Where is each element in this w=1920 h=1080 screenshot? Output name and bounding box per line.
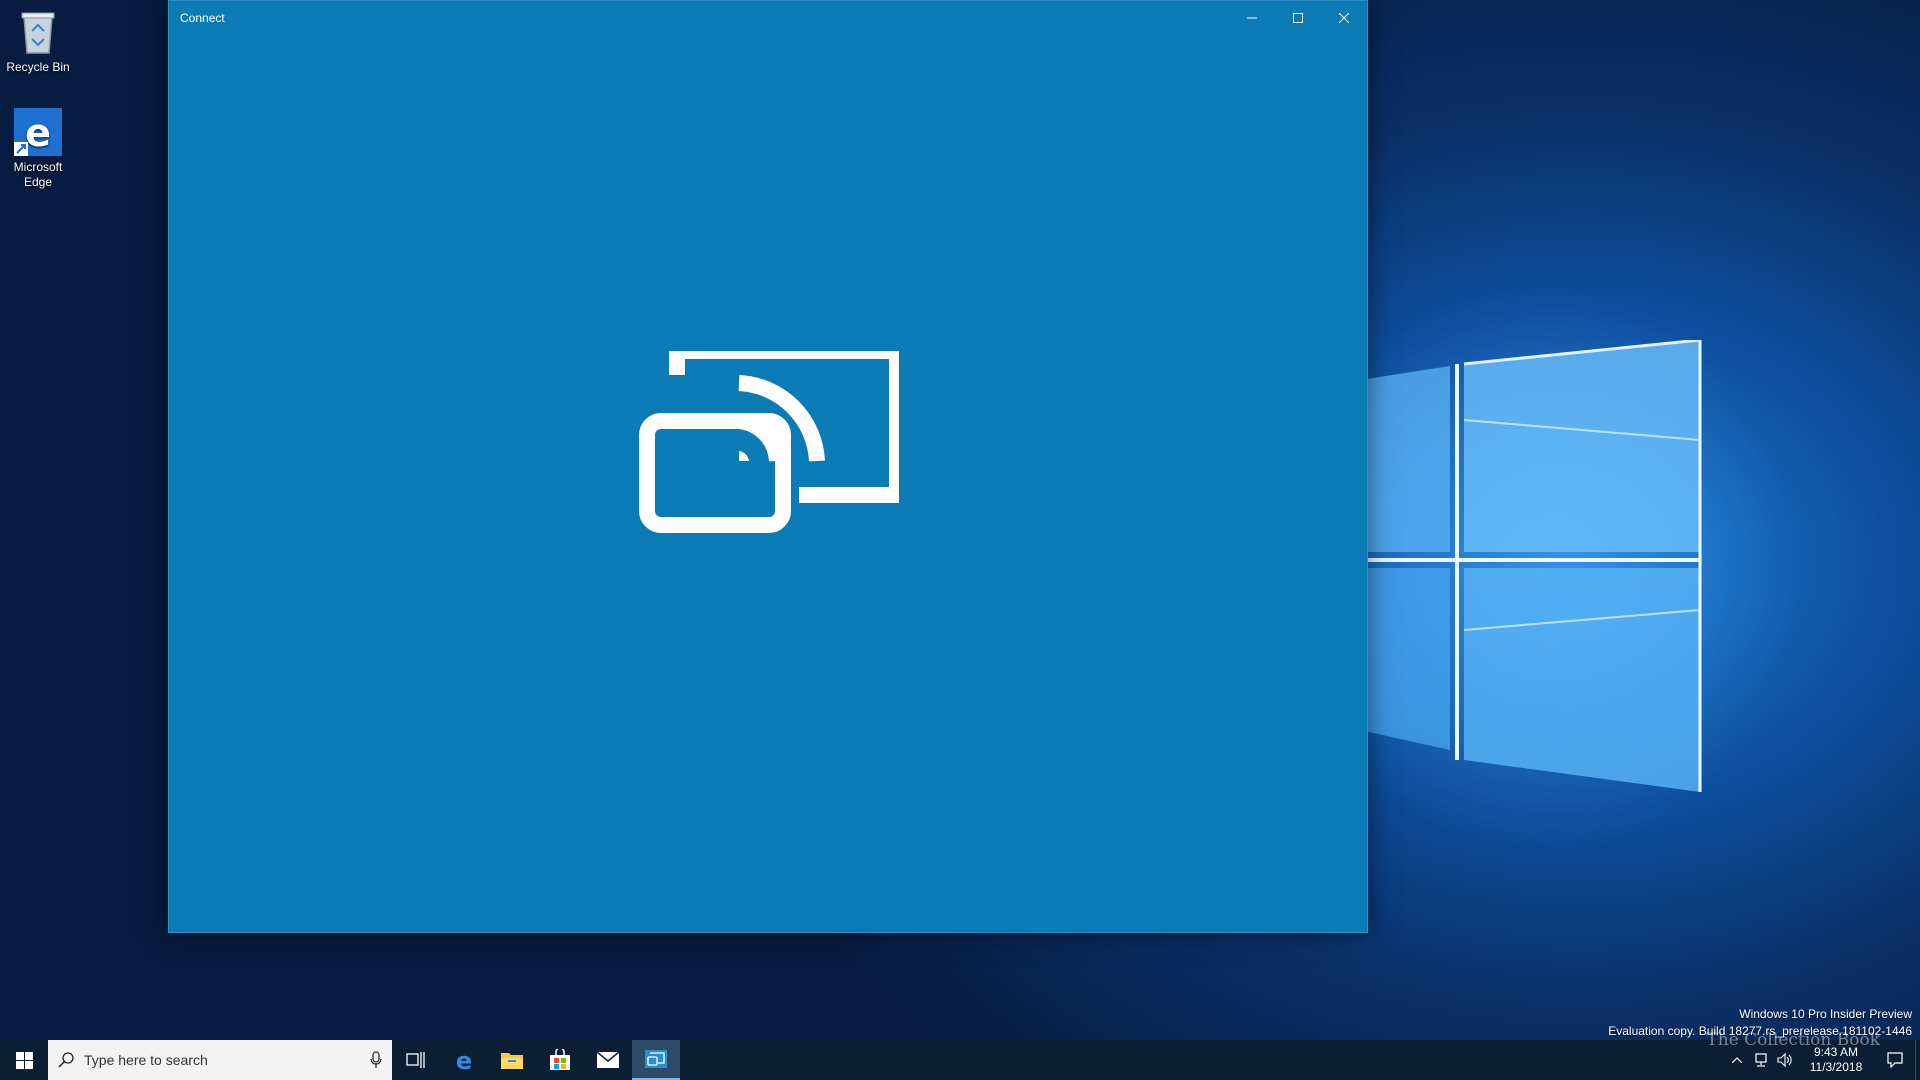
minimize-button[interactable] <box>1229 1 1275 34</box>
chevron-up-icon <box>1732 1057 1742 1063</box>
desktop-icon-label: Microsoft Edge <box>13 160 63 189</box>
taskbar-connect-button[interactable] <box>632 1040 680 1080</box>
search-input[interactable] <box>84 1052 360 1068</box>
notification-icon <box>1887 1052 1903 1068</box>
windows-start-icon <box>15 1051 33 1069</box>
windows-logo-wallpaper <box>1360 340 1702 792</box>
window-title: Connect <box>180 10 225 25</box>
taskbar-edge-button[interactable]: e <box>440 1040 488 1080</box>
window-controls <box>1229 1 1367 34</box>
connect-window: Connect <box>168 0 1368 933</box>
show-desktop-button[interactable] <box>1915 1040 1920 1080</box>
maximize-icon <box>1293 12 1303 23</box>
taskbar-mail-button[interactable] <box>584 1040 632 1080</box>
start-button[interactable] <box>0 1040 48 1080</box>
brand-watermark: The Collection Book <box>1706 1030 1880 1050</box>
folder-icon <box>501 1053 523 1069</box>
microphone-icon[interactable] <box>370 1051 382 1069</box>
edge-icon: e <box>456 1048 472 1072</box>
maximize-button[interactable] <box>1275 1 1321 34</box>
speaker-icon <box>1777 1053 1792 1067</box>
taskbar-store-button[interactable] <box>536 1040 584 1080</box>
desktop-icon-recycle-bin[interactable]: Recycle Bin <box>0 8 76 75</box>
minimize-icon <box>1247 17 1257 18</box>
network-icon <box>1755 1053 1767 1067</box>
taskbar: e <box>0 1040 1920 1080</box>
connect-icon <box>645 1050 667 1068</box>
recycle-bin-icon <box>14 8 62 56</box>
search-icon <box>58 1052 74 1068</box>
taskbar-search-box[interactable] <box>48 1040 392 1080</box>
watermark-edition: Windows 10 Pro Insider Preview <box>1739 1007 1912 1021</box>
clock-date: 11/3/2018 <box>1809 1060 1863 1074</box>
task-view-icon <box>406 1052 425 1068</box>
task-view-button[interactable] <box>392 1040 440 1080</box>
mail-icon <box>597 1052 619 1068</box>
title-bar[interactable]: Connect <box>169 1 1367 34</box>
desktop-icon-label: Recycle Bin <box>6 60 70 74</box>
taskbar-file-explorer-button[interactable] <box>488 1040 536 1080</box>
edge-icon: e <box>14 108 62 156</box>
close-button[interactable] <box>1321 1 1367 34</box>
action-center-button[interactable] <box>1875 1040 1915 1080</box>
store-bag-icon <box>550 1049 570 1070</box>
svg-text:e: e <box>456 1048 472 1072</box>
desktop-icon-microsoft-edge[interactable]: e Microsoft Edge <box>0 108 76 190</box>
svg-text:e: e <box>25 111 51 155</box>
close-icon <box>1339 12 1349 23</box>
cast-screen-icon <box>639 351 899 533</box>
